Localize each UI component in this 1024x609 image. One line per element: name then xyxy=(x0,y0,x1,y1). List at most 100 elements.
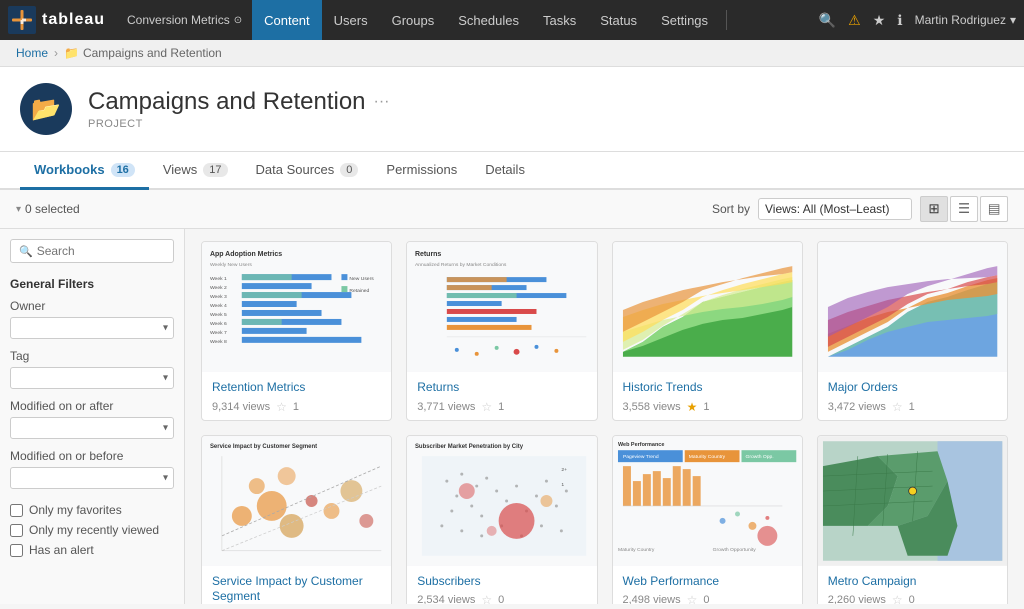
card-title-3[interactable]: Major Orders xyxy=(828,380,997,396)
card-info-6: Web Performance 2,498 views ☆ 0 xyxy=(613,566,802,604)
grid-view-button[interactable]: ⊞ xyxy=(920,196,948,222)
card-thumbnail-3 xyxy=(818,242,1007,372)
card-views-0: 9,314 views xyxy=(212,401,270,413)
svg-text:Service Impact by Customer Seg: Service Impact by Customer Segment xyxy=(210,444,317,450)
folder-icon: 📁 xyxy=(64,46,79,60)
star-icon-6[interactable]: ☆ xyxy=(687,593,698,604)
nav-tab-users[interactable]: Users xyxy=(322,0,380,40)
only-favorites-checkbox[interactable]: Only my favorites xyxy=(10,503,174,517)
detail-view-button[interactable]: ▤ xyxy=(980,196,1008,222)
tableau-logo[interactable]: tableau xyxy=(8,6,105,34)
svg-text:Week 1: Week 1 xyxy=(210,276,227,282)
owner-select[interactable] xyxy=(10,317,174,339)
star-icon-7[interactable]: ☆ xyxy=(892,593,903,604)
card-meta-7: 2,260 views ☆ 0 xyxy=(828,593,997,604)
modified-before-select[interactable] xyxy=(10,467,174,489)
svg-text:Week 4: Week 4 xyxy=(210,303,227,309)
project-menu-button[interactable]: ··· xyxy=(374,93,390,111)
card-info-2: Historic Trends 3,558 views ★ 1 xyxy=(613,372,802,420)
chevron-down-icon: ▾ xyxy=(16,204,21,215)
svg-text:Week 6: Week 6 xyxy=(210,321,227,327)
card-views-7: 2,260 views xyxy=(828,594,886,604)
card-meta-6: 2,498 views ☆ 0 xyxy=(623,593,792,604)
favorites-icon[interactable]: ★ xyxy=(873,12,886,29)
only-favorites-input[interactable] xyxy=(10,504,23,517)
only-recent-checkbox[interactable]: Only my recently viewed xyxy=(10,523,174,537)
modified-after-label: Modified on or after xyxy=(10,399,174,413)
card-meta-2: 3,558 views ★ 1 xyxy=(623,400,792,414)
sort-select[interactable]: Views: All (Most–Least) Views: All (Leas… xyxy=(758,198,912,220)
current-workbook-nav[interactable]: Conversion Metrics ⊙ xyxy=(117,13,252,27)
star-count-3: 1 xyxy=(909,401,915,413)
nav-tab-status[interactable]: Status xyxy=(588,0,649,40)
nav-tab-content[interactable]: Content xyxy=(252,0,322,40)
card-meta-3: 3,472 views ☆ 1 xyxy=(828,400,997,414)
search-input[interactable] xyxy=(37,244,165,258)
card-thumbnail-0: App Adoption Metrics Weekly New Users We… xyxy=(202,242,391,372)
svg-text:Week 2: Week 2 xyxy=(210,285,227,291)
has-alert-checkbox[interactable]: Has an alert xyxy=(10,543,174,557)
sort-controls: Sort by Views: All (Most–Least) Views: A… xyxy=(712,196,1008,222)
tab-workbooks[interactable]: Workbooks 16 xyxy=(20,152,149,190)
workbook-card-6[interactable]: Web Performance Pageview Trend Maturity … xyxy=(612,435,803,604)
has-alert-input[interactable] xyxy=(10,544,23,557)
svg-text:2+: 2+ xyxy=(562,467,568,473)
svg-text:Web Performance: Web Performance xyxy=(617,442,663,448)
only-recent-input[interactable] xyxy=(10,524,23,537)
card-title-6[interactable]: Web Performance xyxy=(623,574,792,590)
svg-text:Maturity Country: Maturity Country xyxy=(617,546,654,552)
card-thumbnail-7 xyxy=(818,436,1007,566)
star-icon-3[interactable]: ☆ xyxy=(892,400,903,414)
user-menu[interactable]: Martin Rodriguez ▾ xyxy=(915,13,1016,27)
alert-icon[interactable]: ⚠ xyxy=(848,12,861,29)
card-title-4[interactable]: Service Impact by Customer Segment xyxy=(212,574,381,604)
modified-after-select[interactable] xyxy=(10,417,174,439)
tag-select[interactable] xyxy=(10,367,174,389)
card-title-1[interactable]: Returns xyxy=(417,380,586,396)
star-count-1: 1 xyxy=(498,401,504,413)
search-icon[interactable]: 🔍 xyxy=(819,12,836,29)
content-grid-area: App Adoption Metrics Weekly New Users We… xyxy=(185,229,1024,604)
svg-text:Week 7: Week 7 xyxy=(210,330,227,336)
nav-tab-groups[interactable]: Groups xyxy=(380,0,447,40)
card-info-3: Major Orders 3,472 views ☆ 1 xyxy=(818,372,1007,420)
star-icon-2[interactable]: ★ xyxy=(687,400,698,414)
workbook-card-0[interactable]: App Adoption Metrics Weekly New Users We… xyxy=(201,241,392,421)
star-icon-1[interactable]: ☆ xyxy=(481,400,492,414)
workbook-card-7[interactable]: Metro Campaign 2,260 views ☆ 0 xyxy=(817,435,1008,604)
workbook-card-4[interactable]: Service Impact by Customer Segment xyxy=(201,435,392,604)
tab-views[interactable]: Views 17 xyxy=(149,152,242,190)
workbook-card-3[interactable]: Major Orders 3,472 views ☆ 1 xyxy=(817,241,1008,421)
workbook-label: Conversion Metrics xyxy=(127,13,230,27)
tab-workbooks-count: 16 xyxy=(111,163,135,177)
star-icon-0[interactable]: ☆ xyxy=(276,400,287,414)
tab-details[interactable]: Details xyxy=(471,152,539,190)
info-icon[interactable]: ℹ xyxy=(897,12,902,29)
user-dropdown-icon: ▾ xyxy=(1010,13,1016,27)
card-title-2[interactable]: Historic Trends xyxy=(623,380,792,396)
tab-datasources[interactable]: Data Sources 0 xyxy=(242,152,373,190)
content-toolbar: ▾ 0 selected Sort by Views: All (Most–Le… xyxy=(0,190,1024,229)
card-title-7[interactable]: Metro Campaign xyxy=(828,574,997,590)
sidebar: 🔍 General Filters Owner Tag Modified on … xyxy=(0,229,185,604)
workbook-card-1[interactable]: Returns Annualized Returns by Market Con… xyxy=(406,241,597,421)
list-view-button[interactable]: ☰ xyxy=(950,196,978,222)
workbook-card-5[interactable]: Subscriber Market Penetration by City xyxy=(406,435,597,604)
tab-permissions[interactable]: Permissions xyxy=(372,152,471,190)
user-name: Martin Rodriguez xyxy=(915,13,1006,27)
breadcrumb-home[interactable]: Home xyxy=(16,46,48,60)
card-thumbnail-5: Subscriber Market Penetration by City xyxy=(407,436,596,566)
card-title-5[interactable]: Subscribers xyxy=(417,574,586,590)
card-title-0[interactable]: Retention Metrics xyxy=(212,380,381,396)
card-views-3: 3,472 views xyxy=(828,401,886,413)
svg-text:Retained: Retained xyxy=(349,288,369,294)
workbook-nav-icon: ⊙ xyxy=(234,15,242,26)
tab-datasources-count: 0 xyxy=(340,163,358,177)
nav-tab-settings[interactable]: Settings xyxy=(649,0,720,40)
star-icon-5[interactable]: ☆ xyxy=(481,593,492,604)
nav-tab-schedules[interactable]: Schedules xyxy=(446,0,531,40)
svg-text:Week 3: Week 3 xyxy=(210,294,227,300)
nav-tab-tasks[interactable]: Tasks xyxy=(531,0,588,40)
search-box[interactable]: 🔍 xyxy=(10,239,174,263)
workbook-card-2[interactable]: Historic Trends 3,558 views ★ 1 xyxy=(612,241,803,421)
